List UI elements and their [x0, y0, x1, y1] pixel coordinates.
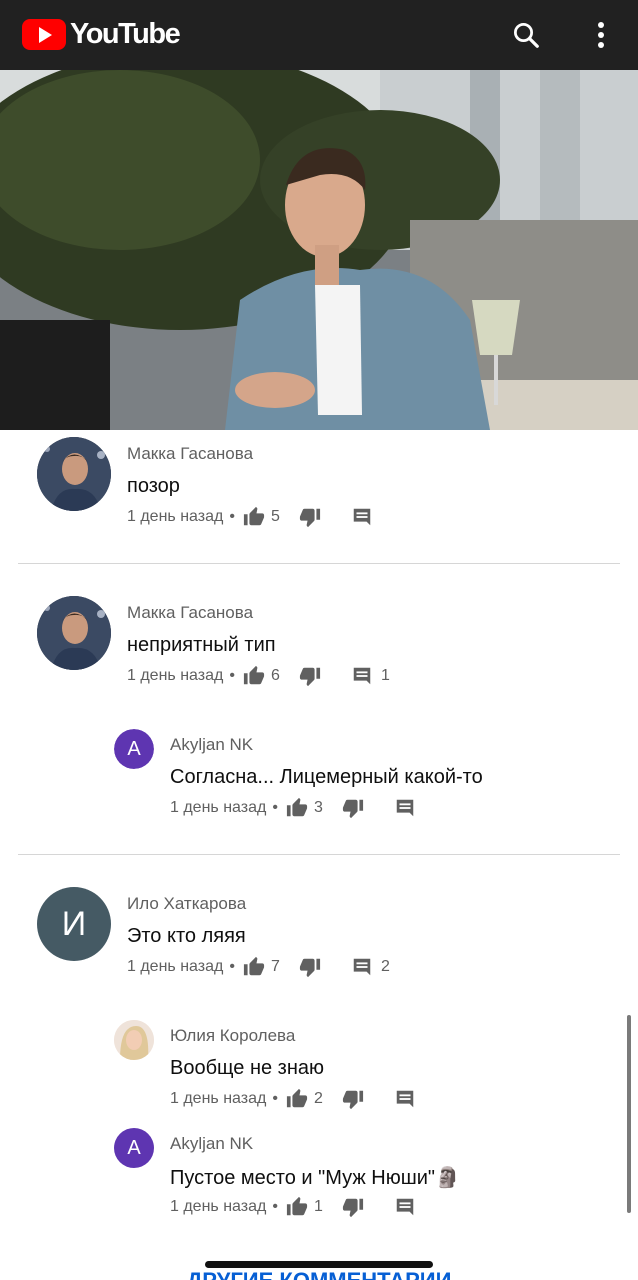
video-player[interactable] [0, 70, 638, 430]
like-count: 2 [313, 1090, 323, 1107]
reply-actions: 1 день назад • 3 [170, 796, 418, 820]
separator-dot: • [229, 667, 235, 684]
reply-count[interactable]: 1 [381, 667, 391, 685]
comment-author[interactable]: Макка Гасанова [127, 444, 253, 464]
separator-dot: • [229, 958, 235, 975]
comment-time: 1 день назад [127, 508, 224, 525]
like-icon[interactable] [241, 664, 267, 688]
comment-author[interactable]: Макка Гасанова [127, 603, 253, 623]
avatar[interactable] [114, 1020, 154, 1060]
comment-actions: 1 день назад • 6 1 [127, 664, 391, 688]
comment-actions: 1 день назад • 7 2 [127, 955, 391, 979]
dislike-icon[interactable] [297, 664, 323, 688]
reply-text: Пустое место и "Муж Нюши"🗿 [170, 1165, 460, 1190]
reply-text: Согласна... Лицемерный какой-то [170, 766, 483, 788]
reply-count[interactable]: 2 [381, 958, 391, 976]
play-logo-icon [22, 19, 66, 50]
like-count: 5 [270, 508, 280, 525]
dislike-icon[interactable] [340, 1087, 366, 1111]
reply-text-content: Пустое место и "Муж Нюши" [170, 1167, 436, 1189]
search-icon[interactable] [507, 16, 545, 54]
like-count: 7 [270, 958, 280, 975]
reply-item: A Akyljan NK Пустое место и "Муж Нюши"🗿 … [0, 1128, 638, 1218]
avatar-letter: A [127, 737, 141, 760]
moai-emoji-icon: 🗿 [435, 1167, 460, 1189]
avatar[interactable]: И [37, 887, 111, 961]
reply-icon[interactable] [349, 664, 375, 688]
reply-author[interactable]: Akyljan NK [170, 735, 253, 755]
separator-dot: • [272, 799, 278, 816]
like-icon[interactable] [241, 955, 267, 979]
reply-icon[interactable] [392, 1195, 418, 1219]
comments-section: Макка Гасанова позор 1 день назад • 5 Ма… [0, 430, 638, 1280]
like-icon[interactable] [284, 1087, 310, 1111]
avatar[interactable]: A [114, 1128, 154, 1168]
avatar-letter: И [61, 904, 87, 943]
separator-dot: • [229, 508, 235, 525]
reply-icon[interactable] [392, 1087, 418, 1111]
comment-time: 1 день назад [127, 667, 224, 684]
more-comments-button[interactable]: ДРУГИЕ КОММЕНТАРИИ [0, 1268, 638, 1280]
avatar[interactable] [37, 437, 111, 511]
like-count: 1 [313, 1198, 323, 1215]
comment-text: неприятный тип [127, 634, 276, 656]
reply-icon[interactable] [349, 505, 375, 529]
reply-item: Юлия Королева Вообще не знаю 1 день наза… [0, 1020, 638, 1110]
like-icon[interactable] [241, 505, 267, 529]
avatar-letter: A [127, 1136, 141, 1159]
reply-actions: 1 день назад • 1 [170, 1195, 418, 1219]
comment-time: 1 день назад [127, 958, 224, 975]
comment-text: Это кто ляяя [127, 925, 246, 947]
like-icon[interactable] [284, 796, 310, 820]
comment-time: 1 день назад [170, 1198, 267, 1215]
thread-divider [18, 563, 620, 564]
reply-text: Вообще не знаю [170, 1057, 325, 1079]
comment-actions: 1 день назад • 5 [127, 505, 375, 529]
reply-author[interactable]: Akyljan NK [170, 1134, 253, 1154]
comment-author[interactable]: Ило Хаткарова [127, 894, 246, 914]
like-count: 3 [313, 799, 323, 816]
dislike-icon[interactable] [340, 796, 366, 820]
reply-actions: 1 день назад • 2 [170, 1087, 418, 1111]
reply-icon[interactable] [392, 796, 418, 820]
top-app-bar: YouTube [0, 0, 638, 70]
reply-icon[interactable] [349, 955, 375, 979]
reply-author[interactable]: Юлия Королева [170, 1026, 295, 1046]
comment-time: 1 день назад [170, 799, 267, 816]
reply-item: A Akyljan NK Согласна... Лицемерный како… [0, 729, 638, 819]
more-vert-icon[interactable] [582, 16, 620, 54]
youtube-logo[interactable]: YouTube [22, 18, 181, 51]
like-icon[interactable] [284, 1195, 310, 1219]
logo-text: YouTube [70, 18, 181, 50]
separator-dot: • [272, 1090, 278, 1107]
like-count: 6 [270, 667, 280, 684]
dislike-icon[interactable] [340, 1195, 366, 1219]
comment-time: 1 день назад [170, 1090, 267, 1107]
dislike-icon[interactable] [297, 955, 323, 979]
avatar[interactable] [37, 596, 111, 670]
scrollbar[interactable] [627, 1015, 631, 1213]
separator-dot: • [272, 1198, 278, 1215]
dislike-icon[interactable] [297, 505, 323, 529]
thread-divider [18, 854, 620, 855]
home-indicator[interactable] [205, 1261, 433, 1268]
avatar[interactable]: A [114, 729, 154, 769]
comment-text: позор [127, 475, 180, 497]
